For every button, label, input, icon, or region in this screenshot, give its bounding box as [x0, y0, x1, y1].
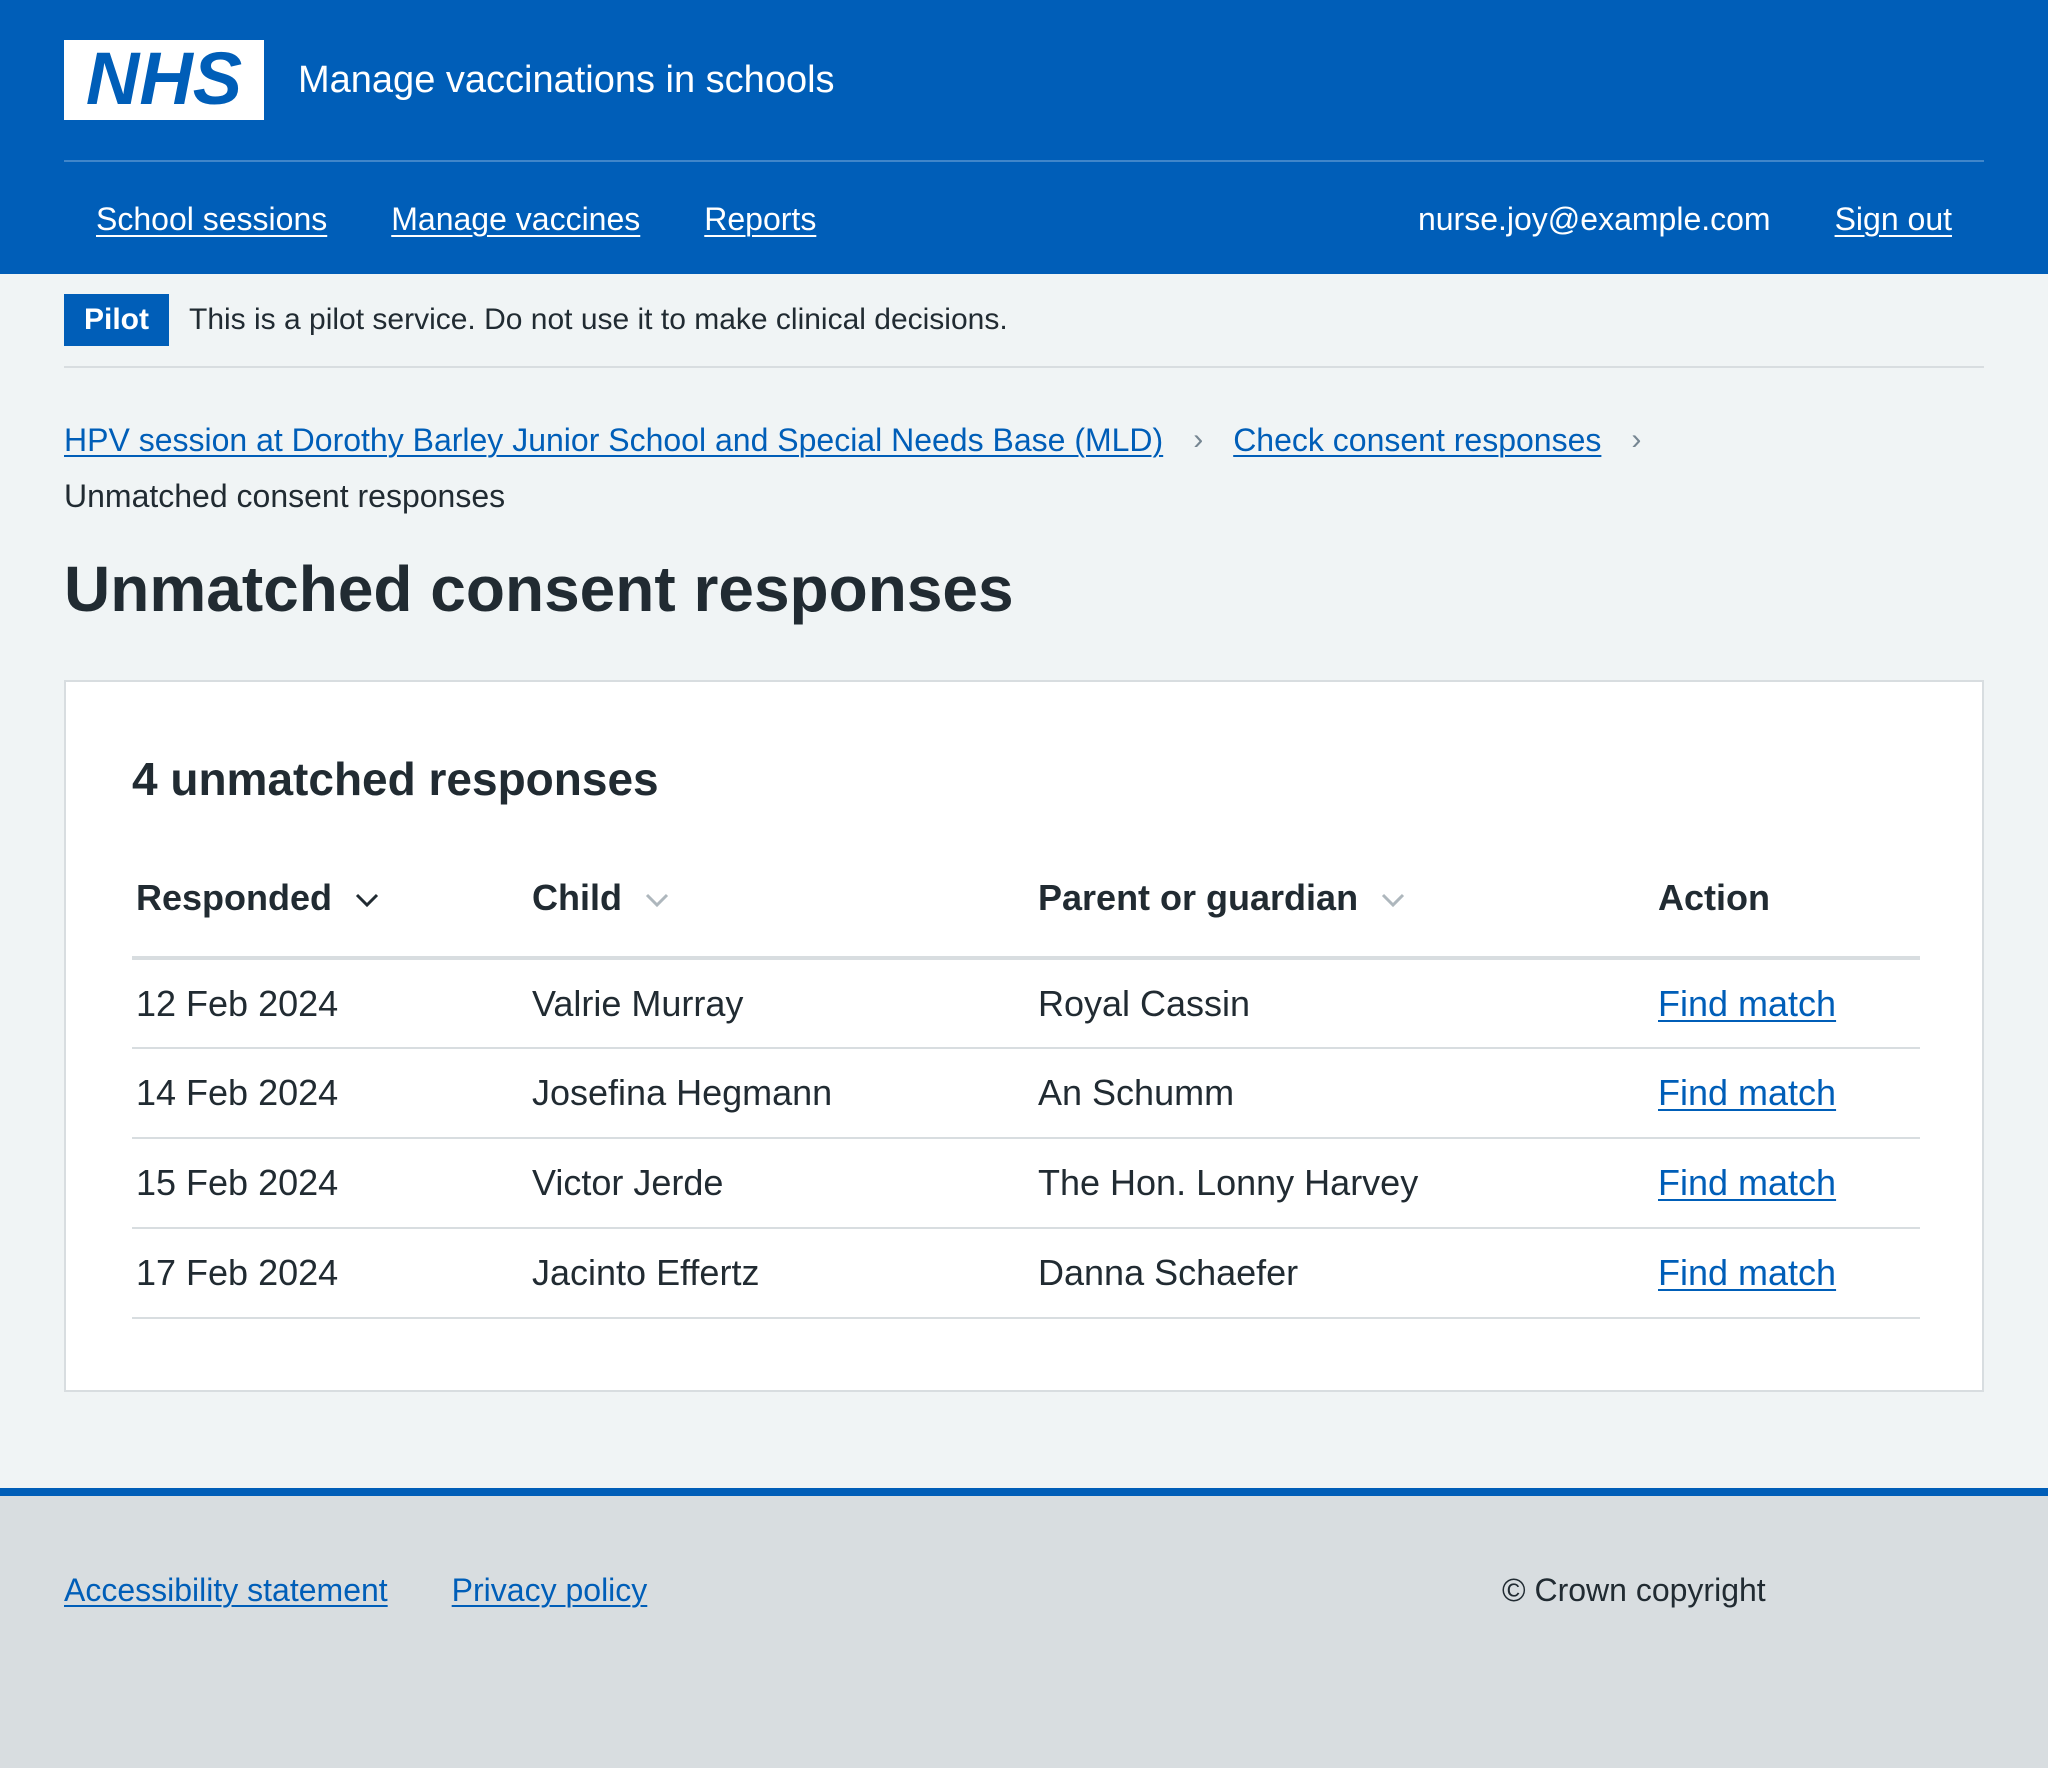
- child-cell: Valrie Murray: [528, 958, 1034, 1049]
- find-match-link[interactable]: Find match: [1658, 1252, 1836, 1293]
- chevron-right-icon: ›: [1631, 423, 1642, 456]
- header-divider: [64, 160, 1984, 162]
- svg-text:NHS: NHS: [86, 47, 242, 113]
- table-row: 12 Feb 2024 Valrie Murray Royal Cassin F…: [132, 958, 1920, 1049]
- chevron-down-icon: [1382, 894, 1405, 908]
- service-name[interactable]: Manage vaccinations in schools: [298, 59, 835, 102]
- column-header-child[interactable]: Child: [528, 840, 1034, 960]
- header-branding: NHS Manage vaccinations in schools: [64, 40, 835, 120]
- breadcrumb-check-consent-link[interactable]: Check consent responses: [1233, 412, 1601, 468]
- child-cell: Josefina Hegmann: [528, 1048, 1034, 1139]
- table-header-row: Responded Child Parent or guardian Actio…: [132, 840, 1920, 960]
- find-match-link[interactable]: Find match: [1658, 1072, 1836, 1113]
- nav-reports[interactable]: Reports: [672, 201, 848, 238]
- child-cell: Jacinto Effertz: [528, 1228, 1034, 1319]
- responses-table: Responded Child Parent or guardian Actio…: [132, 840, 1920, 1319]
- nav-school-sessions[interactable]: School sessions: [64, 201, 359, 238]
- responded-cell: 14 Feb 2024: [132, 1048, 528, 1139]
- pilot-message: This is a pilot service. Do not use it t…: [189, 303, 1008, 336]
- nhs-logo[interactable]: NHS: [64, 40, 264, 120]
- nhs-logo-icon: NHS: [86, 47, 242, 113]
- site-footer: Accessibility statement Privacy policy ©…: [0, 1488, 2048, 1768]
- pilot-tag: Pilot: [64, 294, 169, 346]
- table-row: 14 Feb 2024 Josefina Hegmann An Schumm F…: [132, 1048, 1920, 1139]
- copyright: © Crown copyright: [1502, 1572, 1766, 1608]
- action-cell: Find match: [1654, 1048, 1920, 1139]
- chevron-down-icon: [355, 894, 379, 908]
- page-title: Unmatched consent responses: [64, 553, 1014, 625]
- parent-cell: The Hon. Lonny Harvey: [1034, 1138, 1654, 1229]
- action-cell: Find match: [1654, 1228, 1920, 1319]
- card-title: 4 unmatched responses: [132, 753, 659, 805]
- user-email: nurse.joy@example.com: [1417, 200, 1771, 237]
- find-match-link[interactable]: Find match: [1658, 983, 1836, 1024]
- breadcrumb-session-link[interactable]: HPV session at Dorothy Barley Junior Sch…: [64, 412, 1163, 468]
- responded-cell: 12 Feb 2024: [132, 958, 528, 1049]
- chevron-right-icon: ›: [1193, 423, 1204, 456]
- site-header: NHS Manage vaccinations in schools Schoo…: [0, 0, 2048, 274]
- unmatched-responses-card: 4 unmatched responses Responded Child Pa…: [64, 680, 1984, 1392]
- chevron-down-icon: [645, 894, 669, 908]
- pilot-banner: Pilot This is a pilot service. Do not us…: [64, 294, 1984, 368]
- table-row: 15 Feb 2024 Victor Jerde The Hon. Lonny …: [132, 1138, 1920, 1229]
- child-cell: Victor Jerde: [528, 1138, 1034, 1229]
- accessibility-statement-link[interactable]: Accessibility statement: [64, 1572, 388, 1609]
- breadcrumb-current: Unmatched consent responses: [64, 478, 506, 514]
- action-cell: Find match: [1654, 958, 1920, 1049]
- column-header-action: Action: [1654, 840, 1920, 960]
- footer-links: Accessibility statement Privacy policy: [64, 1572, 711, 1609]
- action-cell: Find match: [1654, 1138, 1920, 1229]
- responded-cell: 17 Feb 2024: [132, 1228, 528, 1319]
- nav-manage-vaccines[interactable]: Manage vaccines: [359, 201, 672, 238]
- breadcrumb: HPV session at Dorothy Barley Junior Sch…: [64, 412, 1671, 524]
- parent-cell: Danna Schaefer: [1034, 1228, 1654, 1319]
- parent-cell: Royal Cassin: [1034, 958, 1654, 1049]
- column-header-parent[interactable]: Parent or guardian: [1034, 840, 1654, 960]
- sign-out-link[interactable]: Sign out: [1803, 201, 1984, 238]
- primary-navigation: School sessions Manage vaccines Reports …: [64, 196, 1984, 242]
- responded-cell: 15 Feb 2024: [132, 1138, 528, 1229]
- parent-cell: An Schumm: [1034, 1048, 1654, 1139]
- privacy-policy-link[interactable]: Privacy policy: [452, 1572, 648, 1609]
- find-match-link[interactable]: Find match: [1658, 1162, 1836, 1203]
- table-row: 17 Feb 2024 Jacinto Effertz Danna Schaef…: [132, 1228, 1920, 1319]
- column-header-responded[interactable]: Responded: [132, 840, 528, 960]
